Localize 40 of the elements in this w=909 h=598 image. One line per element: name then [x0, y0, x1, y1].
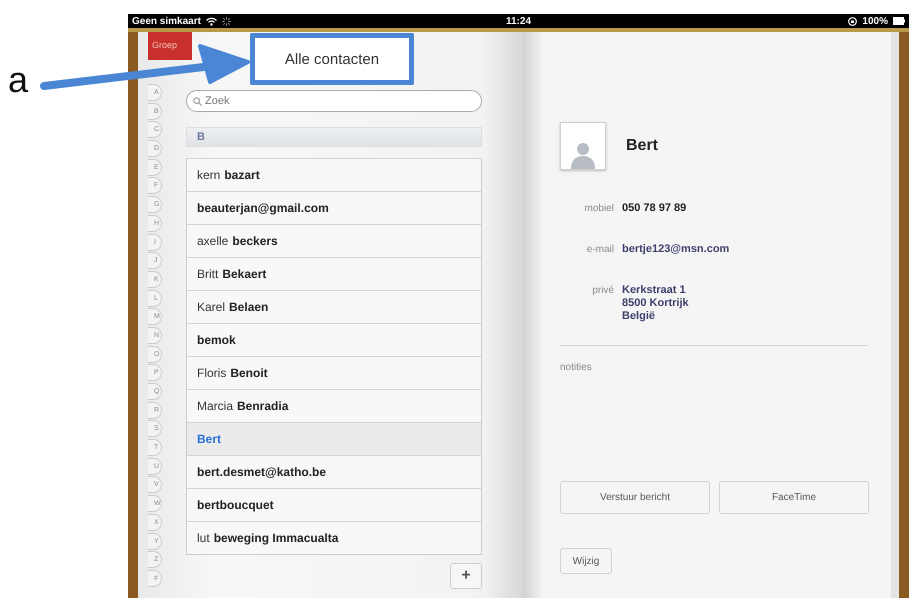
contact-row[interactable]: kern bazart — [187, 158, 481, 191]
contact-row[interactable]: beauterjan@gmail.com — [187, 191, 481, 224]
field-value[interactable]: bertje123@msn.com — [622, 243, 730, 256]
annotation-label: a — [8, 62, 28, 98]
contact-row[interactable]: Karel Belaen — [187, 290, 481, 323]
page-title: Alle contacten — [250, 33, 414, 85]
contact-row[interactable]: lut beweging Immacualta — [187, 521, 481, 554]
contact-row[interactable]: axelle beckers — [187, 224, 481, 257]
groups-tab[interactable]: Groep — [148, 32, 192, 60]
action-button[interactable]: Verstuur bericht — [560, 481, 710, 514]
field-label: privé — [591, 284, 614, 298]
contact-row[interactable]: bertboucquet — [187, 488, 481, 521]
contact-row[interactable]: Marcia Benradia — [187, 389, 481, 422]
field-value[interactable]: Kerkstraat 1 — [622, 284, 689, 297]
add-button[interactable]: + — [450, 563, 482, 589]
action-button[interactable]: FaceTime — [719, 481, 869, 514]
rotation-lock-icon — [848, 16, 858, 26]
notes-label: notities — [560, 362, 593, 373]
edit-button[interactable]: Wijzig — [560, 548, 612, 574]
spinner-icon — [222, 16, 231, 26]
avatar-icon — [560, 122, 606, 170]
contact-row[interactable]: Britt Bekaert — [187, 257, 481, 290]
contact-row[interactable]: Bert — [187, 422, 481, 455]
contact-row[interactable]: Floris Benoit — [187, 356, 481, 389]
wifi-icon — [206, 16, 217, 26]
carrier-text: Geen simkaart — [132, 16, 201, 26]
field-label: e-mail — [586, 243, 614, 256]
search-field[interactable]: Zoek — [186, 90, 482, 112]
section-header: B — [186, 127, 482, 147]
clock-text: 11:24 — [506, 16, 532, 26]
contact-name: Bert — [626, 137, 658, 155]
contact-row[interactable]: bemok — [187, 323, 481, 356]
field-label: mobiel — [584, 202, 614, 215]
search-icon — [193, 97, 202, 106]
field-value[interactable]: 8500 Kortrijk — [622, 297, 689, 310]
battery-icon — [893, 17, 905, 25]
contact-row[interactable]: bert.desmet@katho.be — [187, 455, 481, 488]
field-value[interactable]: België — [622, 310, 689, 323]
battery-text: 100% — [862, 16, 888, 26]
field-value[interactable]: 050 78 97 89 — [622, 202, 686, 215]
